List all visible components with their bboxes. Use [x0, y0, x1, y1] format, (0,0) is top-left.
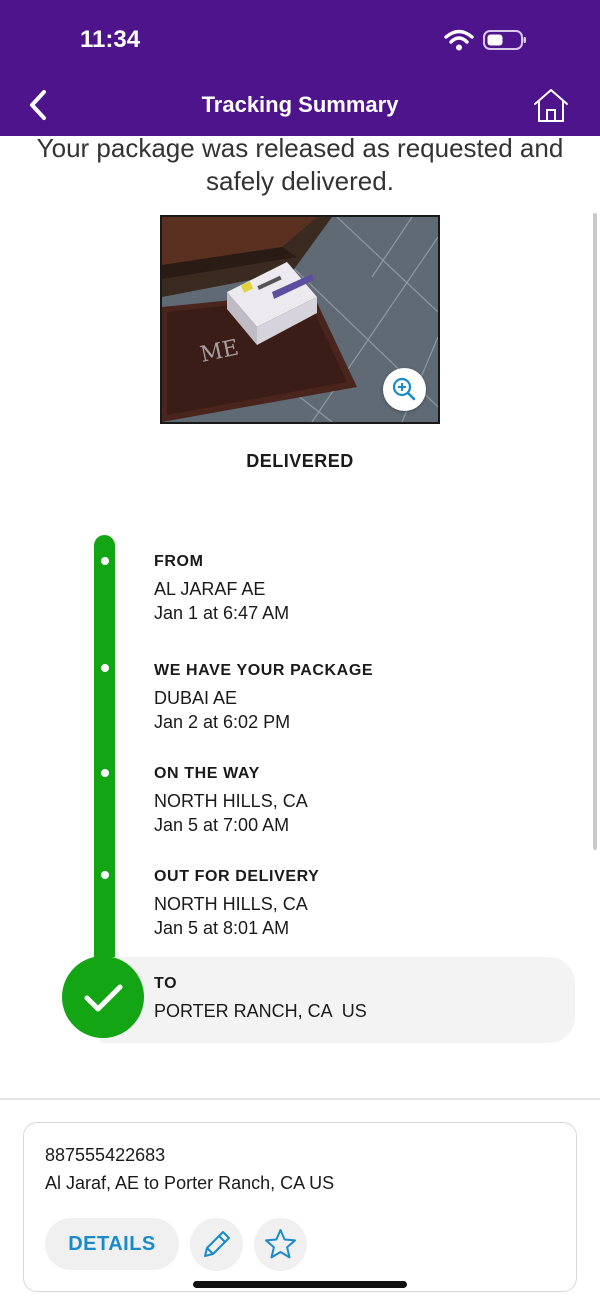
- step-location: AL JARAF AE: [154, 579, 266, 599]
- timeline-step-from: FROM AL JARAF AE Jan 1 at 6:47 AM: [154, 552, 289, 625]
- step-time: Jan 2 at 6:02 PM: [154, 712, 291, 732]
- edit-button[interactable]: [190, 1218, 243, 1271]
- zoom-button[interactable]: [383, 368, 426, 411]
- status-time: 11:34: [80, 26, 141, 53]
- tracking-summary-screen: 11:34 Tracking Summary Your package was …: [0, 0, 600, 1300]
- step-label: ON THE WAY: [154, 765, 260, 782]
- delivery-status: DELIVERED: [246, 451, 354, 471]
- timeline-step-picked-up: WE HAVE YOUR PACKAGE DUBAI AE Jan 2 at 6…: [154, 661, 373, 734]
- step-location: DUBAI AE: [154, 688, 238, 708]
- pencil-icon: [204, 1231, 230, 1257]
- zoom-in-icon: [392, 377, 416, 401]
- step-label: FROM: [154, 553, 204, 570]
- delivery-message: Your package was released as requested a…: [36, 133, 564, 196]
- details-button[interactable]: DETAILS: [45, 1218, 179, 1270]
- home-indicator[interactable]: [193, 1281, 407, 1288]
- step-label: TO: [154, 975, 178, 992]
- wifi-icon: [444, 29, 474, 51]
- timeline-dot: [101, 871, 109, 879]
- step-time: Jan 5 at 7:00 AM: [154, 815, 290, 835]
- page-title: Tracking Summary: [201, 92, 399, 117]
- home-button[interactable]: [532, 86, 570, 124]
- timeline-dot: [101, 769, 109, 777]
- watch-button[interactable]: [254, 1218, 307, 1271]
- step-time: Jan 1 at 6:47 AM: [154, 603, 290, 623]
- timeline-step-on-the-way: ON THE WAY NORTH HILLS, CA Jan 5 at 7:00…: [154, 764, 308, 837]
- timeline-step-out-for-delivery: OUT FOR DELIVERY NORTH HILLS, CA Jan 5 a…: [154, 867, 319, 940]
- timeline-dot: [101, 557, 109, 565]
- step-label: OUT FOR DELIVERY: [154, 868, 320, 885]
- timeline-step-to: TO PORTER RANCH, CA US: [154, 974, 367, 1023]
- shipment-route: Al Jaraf, AE to Porter Ranch, CA US: [45, 1173, 335, 1193]
- step-time: Jan 5 at 8:01 AM: [154, 918, 290, 938]
- tracking-number: 887555422683: [45, 1145, 166, 1165]
- timeline-dot: [101, 664, 109, 672]
- app-header: 11:34 Tracking Summary: [0, 0, 600, 136]
- star-icon: [265, 1229, 296, 1259]
- delivered-check-badge: [62, 956, 144, 1038]
- battery-icon: [483, 30, 526, 50]
- step-label: WE HAVE YOUR PACKAGE: [154, 662, 374, 679]
- step-location: NORTH HILLS, CA: [154, 791, 308, 811]
- checkmark-icon: [84, 984, 123, 1012]
- step-location: NORTH HILLS, CA: [154, 894, 308, 914]
- divider: [0, 1098, 600, 1100]
- step-location: PORTER RANCH, CA US: [154, 1001, 367, 1021]
- scrollbar[interactable]: [593, 213, 597, 850]
